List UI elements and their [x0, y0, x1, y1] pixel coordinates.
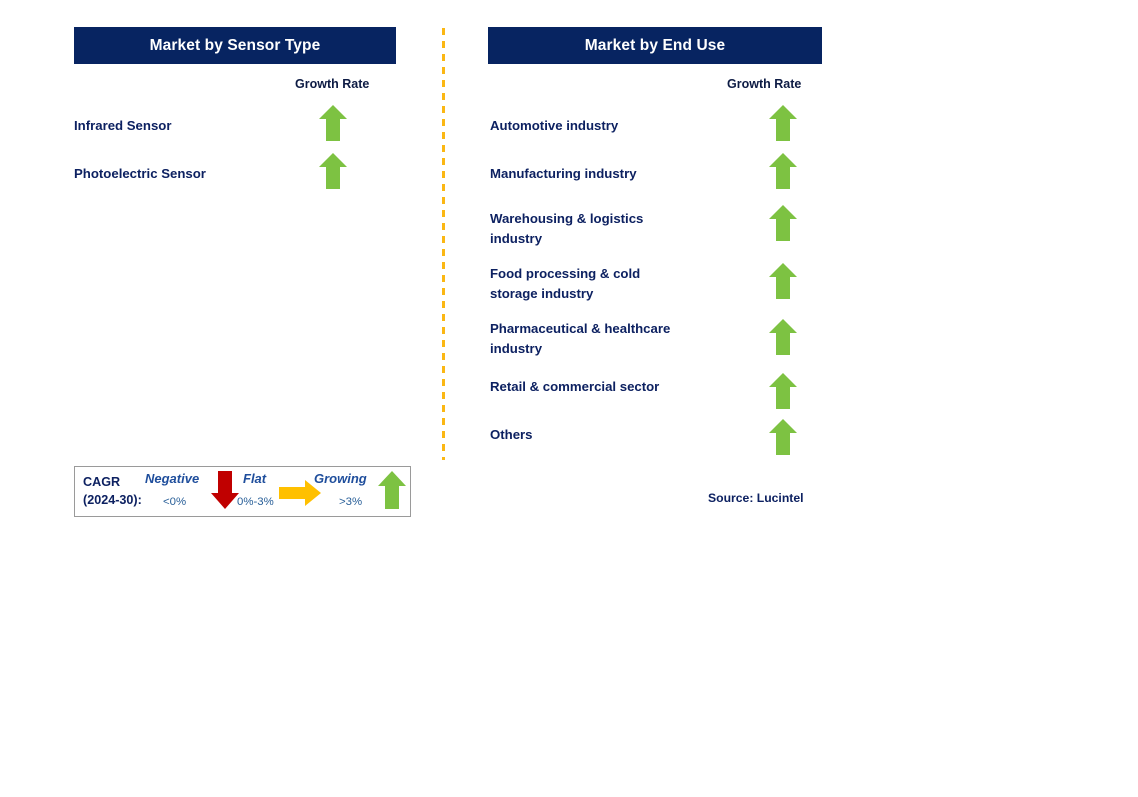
panel-header-sensor-type: Market by Sensor Type	[74, 27, 396, 64]
arrow-up-icon	[768, 262, 798, 305]
growth-rate-label-sensor-type: Growth Rate	[295, 77, 370, 91]
arrow-up-icon	[768, 418, 798, 461]
row-label-food-processing-cold-storage-industry: Food processing & cold storage industry	[490, 266, 641, 301]
arrow-up-icon	[768, 152, 798, 195]
growth-rate-label-end-use: Growth Rate	[727, 77, 802, 91]
row-label-warehousing-logistics-industry: Warehousing & logistics industry	[490, 211, 644, 246]
row-label-pharmaceutical-healthcare-industry: Pharmaceutical & healthcare industry	[490, 321, 671, 356]
row-label-infrared-sensor: Infrared Sensor	[74, 118, 172, 133]
row-label-manufacturing-industry: Manufacturing industry	[490, 166, 637, 181]
arrow-down-icon	[210, 470, 240, 515]
legend-range-negative: <0%	[163, 496, 187, 508]
arrow-up-icon	[768, 204, 798, 247]
legend-label-growing: Growing	[314, 471, 367, 486]
row-label-others: Others	[490, 427, 533, 442]
row-label-automotive-industry: Automotive industry	[490, 118, 619, 133]
row-label-photoelectric-sensor: Photoelectric Sensor	[74, 166, 206, 181]
arrow-up-icon	[768, 318, 798, 361]
panel-end-use: Market by End Use	[488, 27, 822, 64]
legend-title: CAGR (2024-30):	[83, 475, 142, 507]
arrow-up-icon	[768, 104, 798, 147]
source-attribution: Source: Lucintel	[708, 491, 804, 505]
arrow-up-icon	[318, 152, 348, 195]
panel-header-end-use: Market by End Use	[488, 27, 822, 64]
legend-range-flat: 0%-3%	[237, 496, 274, 508]
arrow-up-icon	[318, 104, 348, 147]
legend-label-flat: Flat	[243, 471, 267, 486]
arrow-up-icon	[768, 372, 798, 415]
vertical-dashed-divider	[442, 28, 445, 460]
legend-range-growing: >3%	[339, 496, 363, 508]
row-label-retail-commercial-sector: Retail & commercial sector	[490, 379, 660, 394]
arrow-up-icon	[377, 470, 407, 515]
infographic-canvas: Market by Sensor Type Growth Rate Infrar…	[0, 0, 1138, 797]
legend-label-negative: Negative	[145, 471, 200, 486]
panel-sensor-type: Market by Sensor Type	[74, 27, 396, 64]
